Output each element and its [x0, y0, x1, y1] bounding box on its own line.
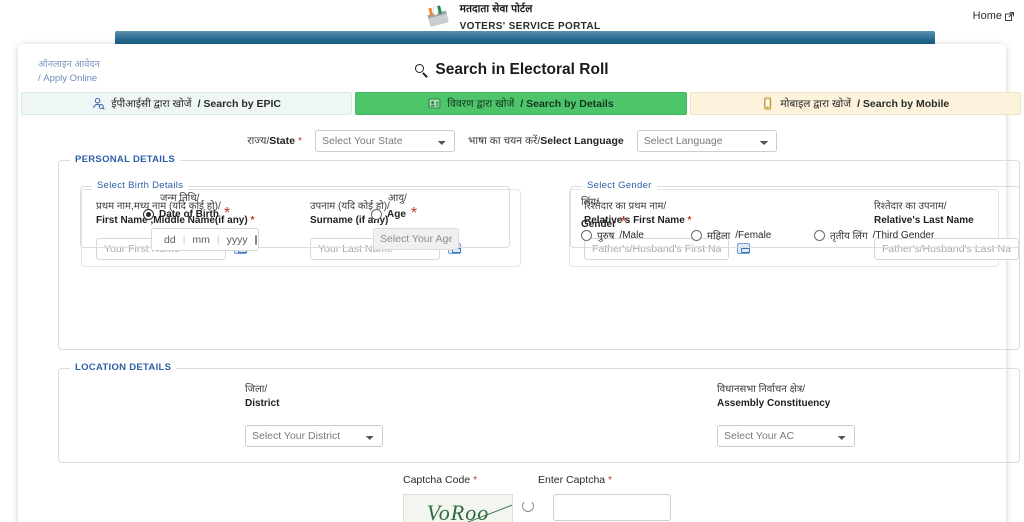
tab-label-en: / Search by Details: [520, 97, 614, 110]
gender-third-label-en: /Third Gender: [872, 229, 935, 241]
age-label-en: Age: [387, 208, 406, 220]
birth-details-legend: Select Birth Details: [92, 180, 189, 191]
captcha-image: VoRoo: [403, 494, 513, 522]
ac-label-en: Assembly Constituency: [717, 397, 831, 409]
enter-captcha-required-marker: *: [608, 474, 613, 486]
gender-female-label-en: /Female: [735, 229, 772, 241]
language-label-hi: भाषा का चयन करें/: [467, 135, 541, 147]
captcha-code-required-marker: *: [473, 474, 478, 486]
enter-captcha-label-text: Enter Captcha: [538, 474, 606, 486]
assembly-constituency-field: विधानसभा निर्वाचन क्षेत्र/ Assembly Cons…: [717, 383, 830, 409]
captcha-code-label-text: Captcha Code: [403, 474, 471, 486]
state-language-row: राज्य/State * Select Your State भाषा का …: [18, 130, 1006, 152]
brand-title-hi: मतदाता सेवा पोर्टल: [459, 2, 533, 15]
state-select[interactable]: Select Your State: [314, 130, 455, 152]
captcha-input[interactable]: [553, 494, 671, 521]
birth-details-section: Select Birth Details जन्म तिथि/ Date of …: [80, 180, 510, 251]
external-link-icon: [1005, 11, 1014, 21]
refresh-icon[interactable]: [522, 500, 534, 512]
gender-male-label-hi: पुरुष: [597, 231, 615, 242]
personal-details-legend: PERSONAL DETAILS: [70, 154, 180, 165]
tab-label-en: / Search by Mobile: [857, 97, 950, 110]
dob-label-en: Date of Birth: [159, 208, 219, 220]
captcha-image-text: VoRoo: [426, 500, 490, 522]
tab-label-hi: मोबाइल द्वारा खोजें: [780, 97, 852, 110]
tab-label-hi: ईपीआईसी द्वारा खोजें: [111, 97, 192, 110]
dob-input[interactable]: dd | mm | yyyy: [151, 228, 259, 251]
tab-label-hi: विवरण द्वारा खोजें: [447, 97, 515, 110]
search-icon: [415, 63, 428, 77]
calendar-icon[interactable]: [254, 234, 257, 245]
dob-radio[interactable]: [143, 208, 154, 220]
gender-option-third[interactable]: तृतीय लिंग/Third Gender: [814, 228, 934, 242]
location-details-section: LOCATION DETAILS जिला/ District Select Y…: [58, 362, 1020, 463]
age-label-hi: आयु/: [388, 193, 407, 204]
brand-title-en: VOTERS' SERVICE PORTAL: [459, 20, 601, 32]
dob-option[interactable]: जन्म तिथि/ Date of Birth *: [143, 192, 230, 223]
gender-section: Select Gender लिंग/ Gender * पुरुष/Male …: [570, 180, 1020, 248]
brand-text: मतदाता सेवा पोर्टल VOTERS' SERVICE PORTA…: [460, 0, 601, 33]
state-label: राज्य/State *: [247, 134, 302, 148]
search-tabs: ईपीआईसी द्वारा खोजें / Search by EPIC वि…: [21, 92, 1021, 115]
gender-third-radio[interactable]: [814, 229, 825, 241]
assembly-constituency-select[interactable]: Select Your AC: [717, 425, 855, 447]
district-label-hi: जिला/: [245, 384, 268, 395]
district-field: जिला/ District: [245, 383, 279, 409]
gender-female-label-hi: महिला: [707, 231, 731, 242]
state-required-marker: *: [297, 135, 302, 147]
dob-day-segment[interactable]: dd: [157, 234, 183, 246]
ac-label-hi: विधानसभा निर्वाचन क्षेत्र/: [717, 384, 806, 395]
language-select[interactable]: Select Language: [636, 130, 777, 152]
user-search-icon: [92, 97, 106, 110]
home-link[interactable]: Home: [973, 10, 1014, 22]
age-option[interactable]: आयु/ Age *: [371, 192, 417, 223]
page-title-text: Search in Electoral Roll: [435, 61, 609, 78]
mobile-icon: [761, 97, 774, 110]
id-card-icon: [428, 97, 441, 110]
home-link-label: Home: [972, 10, 1002, 22]
district-select[interactable]: Select Your District: [245, 425, 383, 447]
gender-option-female[interactable]: महिला /Female: [691, 228, 771, 242]
state-label-en: State: [269, 135, 295, 147]
dob-required-marker: *: [224, 205, 231, 222]
language-label-en: Select Language: [540, 135, 624, 147]
ballot-box-icon: [424, 4, 451, 29]
age-radio[interactable]: [371, 208, 382, 220]
search-card: ऑनलाइन आवेदन / Apply Online Search in El…: [18, 44, 1021, 522]
tab-label-en: / Search by EPIC: [197, 97, 282, 110]
gender-third-label-hi: तृतीय लिंग: [830, 231, 868, 242]
brand: मतदाता सेवा पोर्टल VOTERS' SERVICE PORTA…: [424, 0, 601, 33]
captcha-code-label: Captcha Code *: [403, 474, 477, 486]
gender-label: लिंग/ Gender *: [581, 190, 627, 233]
dob-month-segment[interactable]: mm: [185, 234, 217, 246]
enter-captcha-label: Enter Captcha *: [538, 474, 612, 486]
gender-male-radio[interactable]: [581, 229, 592, 241]
tab-search-by-mobile[interactable]: मोबाइल द्वारा खोजें / Search by Mobile: [689, 92, 1021, 115]
district-label-en: District: [245, 397, 280, 409]
gender-label-hi: लिंग/: [581, 197, 599, 208]
dob-year-segment[interactable]: yyyy: [220, 234, 255, 246]
state-label-hi: राज्य/: [247, 135, 270, 147]
age-select[interactable]: Select Your Age: [373, 228, 459, 250]
dob-label-hi: जन्म तिथि/: [160, 193, 200, 204]
site-header: मतदाता सेवा पोर्टल VOTERS' SERVICE PORTA…: [0, 0, 1024, 33]
language-label: भाषा का चयन करें/Select Language: [468, 134, 624, 148]
page-title: Search in Electoral Roll: [18, 61, 1006, 79]
tab-search-by-details[interactable]: विवरण द्वारा खोजें / Search by Details: [355, 92, 687, 115]
location-details-legend: LOCATION DETAILS: [70, 362, 177, 373]
gender-option-male[interactable]: पुरुष/Male: [581, 228, 644, 242]
gender-male-label-en: /Male: [619, 229, 644, 241]
gender-female-radio[interactable]: [691, 229, 702, 241]
tab-search-by-epic[interactable]: ईपीआईसी द्वारा खोजें / Search by EPIC: [21, 92, 353, 115]
age-required-marker: *: [410, 205, 418, 222]
